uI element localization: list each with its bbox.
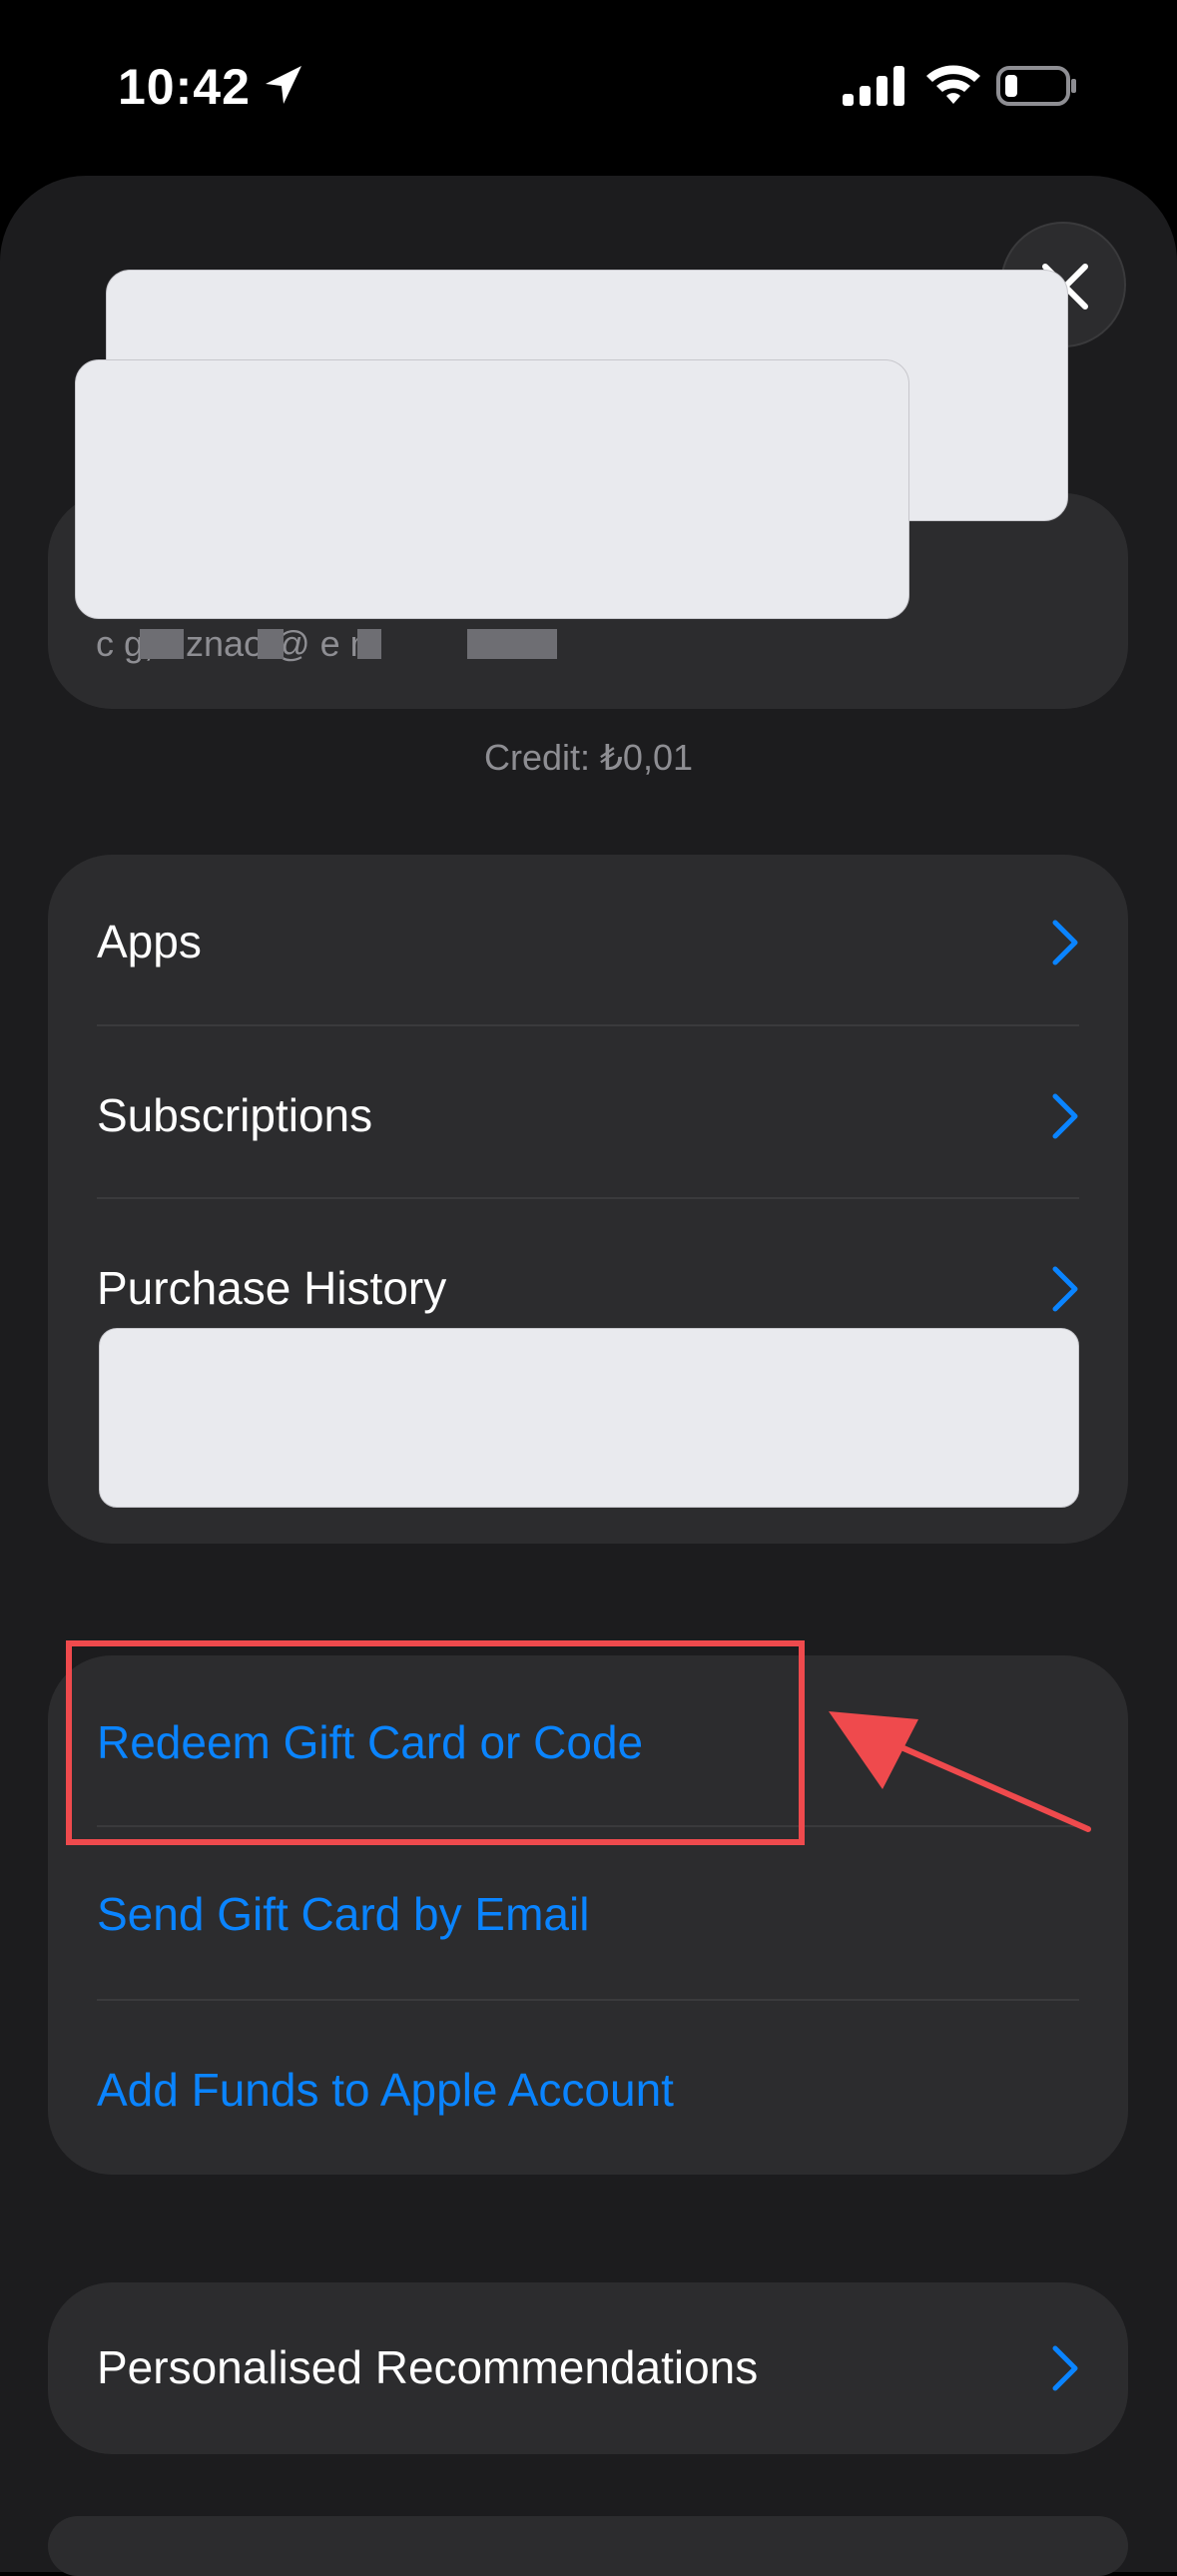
send-gift-card-label: Send Gift Card by Email xyxy=(97,1888,590,1940)
account-credit: Credit: ₺0,01 xyxy=(483,737,693,778)
divider xyxy=(97,1197,1079,1199)
divider xyxy=(97,1999,1079,2001)
email-redaction xyxy=(467,629,557,659)
personalised-recommendations-row[interactable]: Personalised Recommendations xyxy=(97,2282,1079,2454)
next-card-partial xyxy=(48,2516,1128,2576)
annotation-arrow-icon xyxy=(829,1711,1091,1832)
chevron-right-icon xyxy=(1052,920,1078,966)
redaction-block xyxy=(75,359,909,619)
email-redaction xyxy=(258,629,284,659)
subscriptions-label: Subscriptions xyxy=(97,1089,373,1141)
wifi-icon xyxy=(926,65,980,104)
personalised-recommendations-label: Personalised Recommendations xyxy=(97,2341,759,2393)
subscriptions-row[interactable]: Subscriptions xyxy=(97,1028,1079,1200)
add-funds-row[interactable]: Add Funds to Apple Account xyxy=(97,2003,1079,2175)
apps-row[interactable]: Apps xyxy=(97,857,1079,1028)
apps-label: Apps xyxy=(97,916,202,967)
account-email: c g, r znao @ e m xyxy=(96,623,380,664)
divider xyxy=(97,1024,1079,1026)
send-gift-card-row[interactable]: Send Gift Card by Email xyxy=(97,1829,1079,2001)
chevron-right-icon xyxy=(1052,1093,1078,1139)
chevron-right-icon xyxy=(1052,2345,1078,2391)
email-redaction xyxy=(357,629,381,659)
purchase-history-label: Purchase History xyxy=(97,1262,447,1314)
battery-icon xyxy=(996,66,1076,106)
status-bar: 10:42 xyxy=(0,0,1177,175)
email-redaction xyxy=(140,629,184,659)
add-funds-label: Add Funds to Apple Account xyxy=(97,2064,674,2116)
annotation-highlight-box xyxy=(66,1640,805,1845)
redaction-block xyxy=(99,1328,1079,1508)
cellular-signal-icon xyxy=(843,66,904,106)
chevron-right-icon xyxy=(1052,1266,1078,1312)
location-arrow-icon xyxy=(266,66,301,104)
status-time: 10:42 xyxy=(118,59,251,115)
